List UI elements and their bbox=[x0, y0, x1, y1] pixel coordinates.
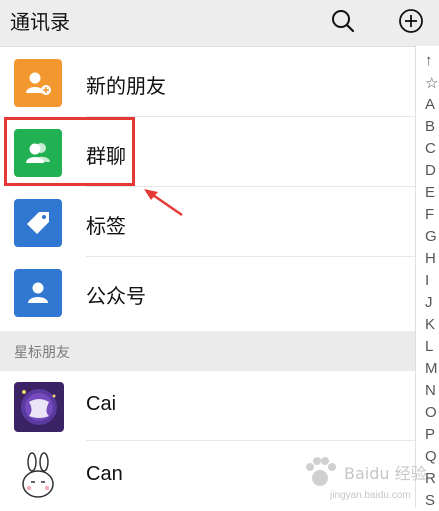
alphabet-index[interactable]: ↑ ☆ A B C D E F G H I J K L M N O P Q R S bbox=[415, 46, 439, 509]
contact-row-cai[interactable]: Cai bbox=[0, 371, 415, 441]
index-letter[interactable]: L bbox=[425, 338, 433, 355]
contact-name: Cai bbox=[86, 393, 117, 415]
person-add-icon bbox=[14, 59, 62, 107]
watermark-text: Baidu 经验 bbox=[344, 464, 427, 483]
page-title: 通讯录 bbox=[10, 10, 70, 34]
paw-logo-icon bbox=[306, 457, 336, 486]
highlight-box bbox=[4, 117, 135, 186]
menu-item-official-accounts[interactable]: 公众号 bbox=[0, 257, 415, 327]
index-letter[interactable]: F bbox=[425, 206, 434, 223]
index-letter[interactable]: J bbox=[425, 294, 433, 311]
contacts-header: 通讯录 bbox=[0, 0, 439, 47]
avatar bbox=[14, 452, 64, 502]
index-letter[interactable]: C bbox=[425, 140, 436, 157]
index-letter[interactable]: D bbox=[425, 162, 436, 179]
index-letter[interactable]: B bbox=[425, 118, 435, 135]
avatar bbox=[14, 382, 64, 432]
index-letter[interactable]: A bbox=[425, 96, 435, 113]
index-letter[interactable]: N bbox=[425, 382, 436, 399]
search-icon[interactable] bbox=[330, 8, 356, 34]
index-letter[interactable]: G bbox=[425, 228, 437, 245]
index-letter[interactable]: ☆ bbox=[425, 74, 438, 92]
person-icon bbox=[14, 269, 62, 317]
index-letter[interactable]: I bbox=[425, 272, 429, 289]
watermark-url: jingyan.baidu.com bbox=[330, 490, 411, 501]
tag-icon bbox=[14, 199, 62, 247]
watermark: Baidu 经验 jingyan.baidu.com bbox=[300, 450, 430, 508]
contacts-menu: 新的朋友 群聊 标签 公众号 bbox=[0, 47, 415, 327]
index-letter[interactable]: P bbox=[425, 426, 435, 443]
menu-label: 公众号 bbox=[86, 284, 146, 308]
plus-circle-icon[interactable] bbox=[398, 8, 424, 34]
menu-item-tags[interactable]: 标签 bbox=[0, 187, 415, 257]
index-letter[interactable]: H bbox=[425, 250, 436, 267]
index-letter[interactable]: K bbox=[425, 316, 435, 333]
section-label: 星标朋友 bbox=[14, 345, 70, 361]
arrow-icon bbox=[144, 189, 183, 217]
menu-label: 标签 bbox=[86, 214, 126, 238]
menu-item-new-friends[interactable]: 新的朋友 bbox=[0, 47, 415, 117]
index-letter[interactable]: M bbox=[425, 360, 438, 377]
index-letter[interactable]: E bbox=[425, 184, 435, 201]
contact-name: Can bbox=[86, 463, 123, 485]
index-letter[interactable]: O bbox=[425, 404, 437, 421]
section-header-starred: 星标朋友 bbox=[0, 331, 415, 371]
index-letter[interactable]: ↑ bbox=[425, 52, 433, 69]
menu-label: 新的朋友 bbox=[86, 74, 166, 98]
